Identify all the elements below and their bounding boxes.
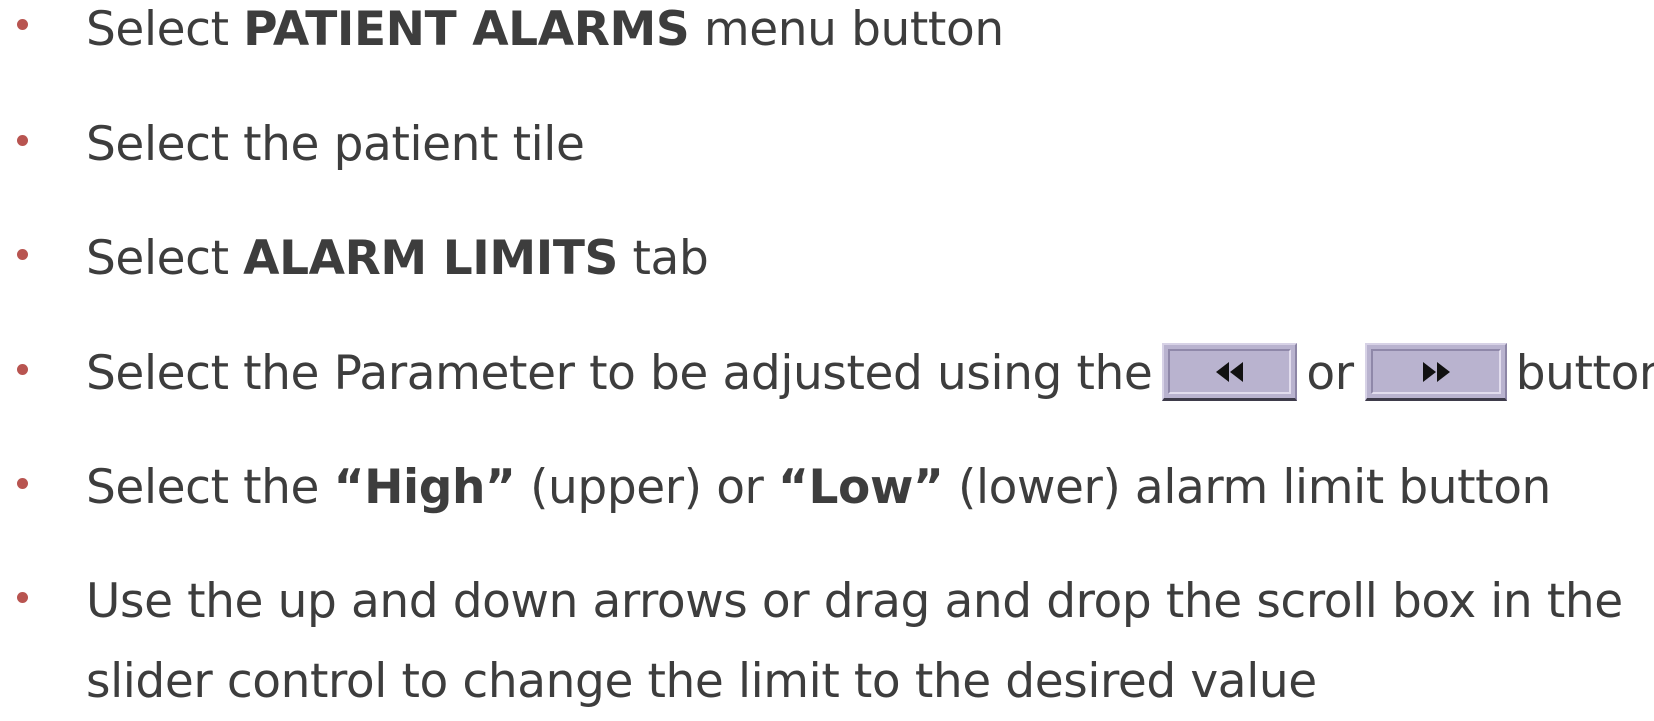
bullet-icon xyxy=(17,592,28,603)
bullet-icon xyxy=(17,19,28,30)
high-label: “High” xyxy=(333,460,516,515)
bullet-icon xyxy=(17,249,28,260)
instruction-text-line-1: Use the up and down arrows or drag and d… xyxy=(86,574,1623,629)
double-chevron-left-icon xyxy=(1215,361,1243,382)
instruction-list: Select PATIENT ALARMS menu button Select… xyxy=(0,0,1654,712)
double-chevron-right-icon xyxy=(1422,361,1450,382)
next-parameter-button[interactable] xyxy=(1364,343,1507,401)
instruction-text: Select the patient tile xyxy=(86,117,585,172)
previous-parameter-button[interactable] xyxy=(1162,343,1298,401)
bullet-icon xyxy=(17,364,28,375)
instruction-text: Select the Parameter to be adjusted usin… xyxy=(86,335,1654,413)
instruction-text: Select PATIENT ALARMS menu button xyxy=(86,2,1004,57)
instruction-text: Select the “High” (upper) or “Low” (lowe… xyxy=(86,460,1551,515)
instruction-text: Select ALARM LIMITS tab xyxy=(86,231,709,286)
bullet-icon xyxy=(17,478,28,489)
alarm-limits-label: ALARM LIMITS xyxy=(243,231,618,286)
patient-alarms-label: PATIENT ALARMS xyxy=(243,2,690,57)
instruction-text-line-2: slider control to change the limit to th… xyxy=(86,654,1317,709)
bullet-icon xyxy=(17,135,28,146)
low-label: “Low” xyxy=(778,460,944,515)
